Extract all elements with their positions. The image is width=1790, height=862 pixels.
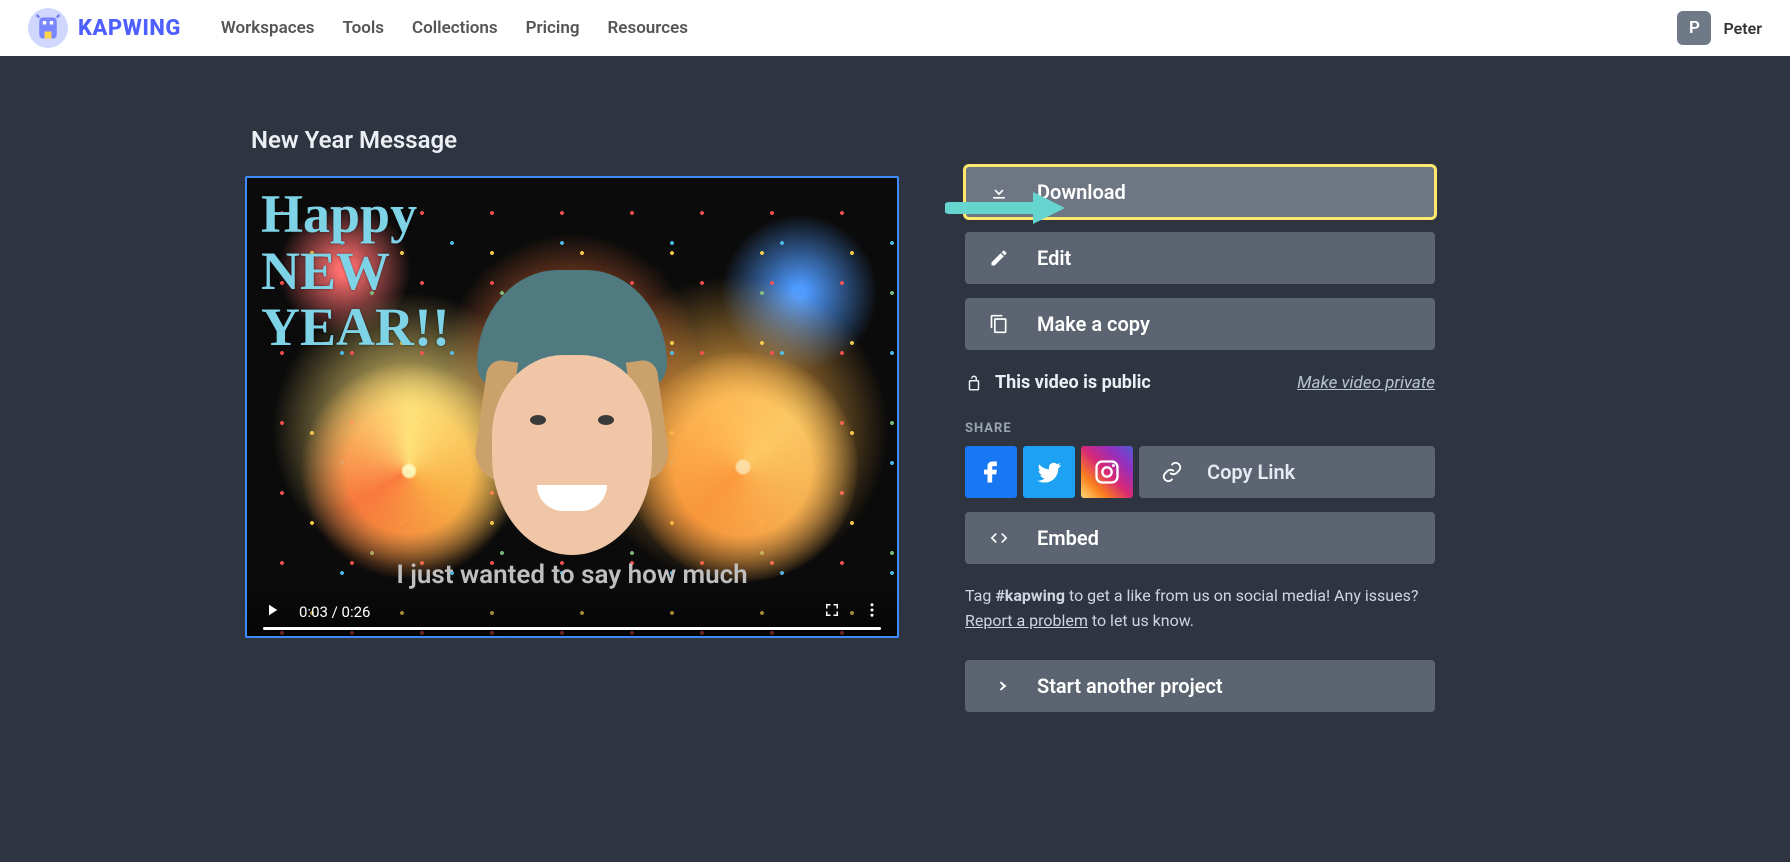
video-controls: 0:03 / 0:26 — [247, 588, 897, 636]
video-time: 0:03 / 0:26 — [299, 603, 370, 621]
nav-tools[interactable]: Tools — [342, 18, 384, 38]
edit-label: Edit — [1037, 246, 1071, 270]
make-private-link[interactable]: Make video private — [1297, 373, 1435, 393]
video-caption: I just wanted to say how much — [247, 560, 897, 590]
nav-collections[interactable]: Collections — [412, 18, 498, 38]
top-bar: KAPWING Workspaces Tools Collections Pri… — [0, 0, 1790, 56]
visibility-row: This video is public Make video private — [965, 372, 1435, 393]
share-row: Copy Link — [965, 446, 1435, 498]
pencil-icon — [989, 248, 1009, 268]
left-column: New Year Message Happy NEW YEAR!! I just… — [245, 126, 905, 726]
instagram-icon — [1093, 458, 1121, 486]
copy-icon — [989, 314, 1009, 334]
copy-link-button[interactable]: Copy Link — [1139, 446, 1435, 498]
main-nav: Workspaces Tools Collections Pricing Res… — [221, 18, 688, 38]
video-progress[interactable] — [263, 627, 881, 630]
video-preview[interactable]: Happy NEW YEAR!! I just wanted to say ho… — [245, 176, 899, 638]
link-icon — [1161, 461, 1183, 483]
avatar: P — [1677, 11, 1711, 45]
embed-label: Embed — [1037, 526, 1099, 550]
facebook-icon — [977, 458, 1005, 486]
user-menu[interactable]: P Peter — [1677, 11, 1762, 45]
edit-button[interactable]: Edit — [965, 232, 1435, 284]
report-problem-link[interactable]: Report a problem — [965, 611, 1088, 630]
make-copy-button[interactable]: Make a copy — [965, 298, 1435, 350]
code-icon — [989, 528, 1009, 548]
visibility-status: This video is public — [995, 372, 1151, 393]
project-title: New Year Message — [245, 126, 905, 154]
twitter-icon — [1035, 458, 1063, 486]
logo-icon — [28, 8, 68, 48]
start-another-button[interactable]: Start another project — [965, 660, 1435, 712]
logo[interactable]: KAPWING — [28, 8, 181, 48]
nav-resources[interactable]: Resources — [608, 18, 689, 38]
share-instagram-button[interactable] — [1081, 446, 1133, 498]
make-copy-label: Make a copy — [1037, 312, 1150, 336]
arrow-right-icon — [989, 676, 1009, 696]
video-overlay-text: Happy NEW YEAR!! — [261, 186, 450, 356]
annotation-arrow-icon — [945, 186, 1065, 230]
nav-workspaces[interactable]: Workspaces — [221, 18, 315, 38]
more-icon[interactable] — [863, 601, 881, 623]
video-subject — [442, 270, 702, 590]
user-name: Peter — [1723, 19, 1762, 38]
unlock-icon — [965, 374, 983, 392]
hashtag: #kapwing — [995, 586, 1065, 605]
share-twitter-button[interactable] — [1023, 446, 1075, 498]
main-content: New Year Message Happy NEW YEAR!! I just… — [0, 56, 1790, 766]
play-icon[interactable] — [263, 601, 281, 623]
start-another-label: Start another project — [1037, 674, 1223, 698]
fullscreen-icon[interactable] — [823, 601, 841, 623]
copy-link-label: Copy Link — [1207, 460, 1295, 484]
nav-pricing[interactable]: Pricing — [526, 18, 580, 38]
share-facebook-button[interactable] — [965, 446, 1017, 498]
share-label: SHARE — [965, 421, 1435, 436]
logo-text: KAPWING — [78, 16, 181, 41]
embed-button[interactable]: Embed — [965, 512, 1435, 564]
tag-note: Tag #kapwing to get a like from us on so… — [965, 584, 1435, 634]
